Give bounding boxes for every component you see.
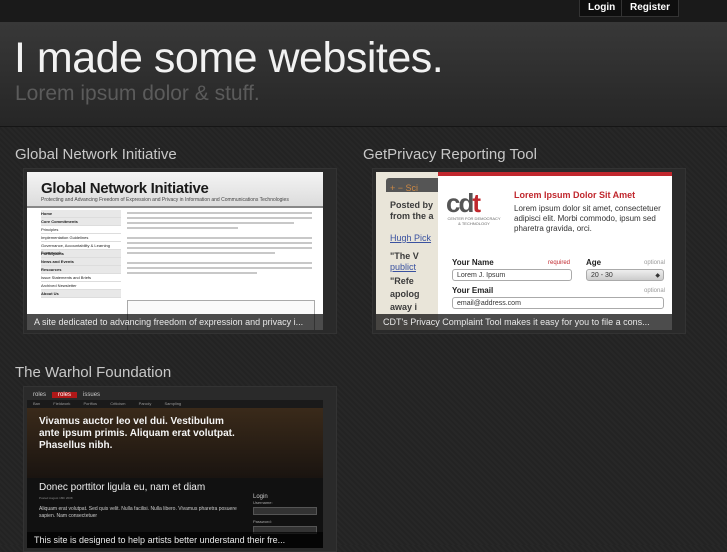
select-arrows-icon: ◆ bbox=[655, 273, 660, 279]
gni-nav-item: Issue Statements and Briefs bbox=[41, 274, 121, 282]
warhol-hero-text: Vivamus auctor leo vel dui. Vestibulum a… bbox=[39, 416, 235, 451]
gni-site-nav: Home Core Commitments Principles Impleme… bbox=[41, 210, 121, 298]
top-bar: Login Register bbox=[0, 0, 727, 22]
project-caption-gni: A site dedicated to advancing freedom of… bbox=[27, 314, 323, 330]
warhol-post-text: Aliquam erat volutpat. Sed quis velit. N… bbox=[39, 506, 237, 519]
login-button[interactable]: Login bbox=[579, 0, 625, 17]
page-header: I made some websites. Lorem ipsum dolor … bbox=[0, 22, 727, 127]
cdt-left-text: away i bbox=[390, 302, 418, 312]
page-title: I made some websites. bbox=[14, 34, 444, 82]
project-caption-getprivacy: CDT's Privacy Complaint Tool makes it ea… bbox=[376, 314, 672, 330]
gni-nav-item: News and Events bbox=[41, 258, 121, 266]
name-field[interactable]: Lorem J. Ipsum bbox=[452, 269, 572, 281]
gni-site-header: Global Network Initiative Protecting and… bbox=[27, 172, 323, 208]
warhol-hero: Vivamus auctor leo vel dui. Vestibulum a… bbox=[27, 408, 323, 478]
age-select-value: 20 - 30 bbox=[591, 272, 613, 279]
gni-body-text bbox=[127, 212, 312, 277]
warhol-username-label: Username: bbox=[253, 500, 273, 505]
cdt-left-text: apolog bbox=[390, 289, 420, 299]
age-optional: optional bbox=[644, 260, 666, 266]
name-required: required bbox=[548, 260, 571, 266]
warhol-nav-item: Criticism bbox=[110, 401, 126, 406]
warhol-nav-item: Parody bbox=[138, 401, 152, 406]
cdt-complaint-modal: cdt CENTER FOR DEMOCRACY & TECHNOLOGY Lo… bbox=[438, 172, 672, 330]
project-card-warhol[interactable]: roles roles issues Ban Fieldwork Portfios … bbox=[23, 386, 337, 552]
warhol-nav-item: Portfios bbox=[83, 401, 98, 406]
project-title-gni[interactable]: Global Network Initiative bbox=[15, 146, 177, 163]
warhol-tab-bar: roles roles issues bbox=[27, 390, 323, 400]
age-label: Age bbox=[586, 258, 602, 267]
warhol-nav-item: Ban bbox=[33, 401, 41, 406]
name-label: Your Name bbox=[452, 258, 494, 267]
page-tagline: Lorem ipsum dolor & stuff. bbox=[15, 82, 260, 105]
warhol-nav-item: Sampling bbox=[164, 401, 182, 406]
gni-nav-item: Core Commitments bbox=[41, 218, 121, 226]
gni-nav-item: About Us bbox=[41, 290, 121, 298]
register-button[interactable]: Register bbox=[621, 0, 680, 17]
project-screenshot-gni[interactable]: Global Network Initiative Protecting and… bbox=[27, 172, 323, 330]
warhol-tab-active: roles bbox=[52, 392, 78, 398]
project-caption-warhol: This site is designed to help artists be… bbox=[27, 532, 323, 548]
gni-nav-item: Participants bbox=[41, 250, 121, 258]
cdt-left-text: Posted by bbox=[390, 200, 434, 210]
project-card-getprivacy[interactable]: + − Sci Posted by from the a Hugh Pick "… bbox=[372, 168, 686, 334]
cdt-modal-heading: Lorem Ipsum Dolor Sit Amet bbox=[514, 190, 636, 200]
warhol-nav-item: Fieldwork bbox=[53, 401, 71, 406]
project-screenshot-getprivacy[interactable]: + − Sci Posted by from the a Hugh Pick "… bbox=[376, 172, 672, 330]
warhol-nav: Ban Fieldwork Portfios Criticism Parody … bbox=[27, 400, 323, 408]
cdt-logo-mark: cdt bbox=[446, 188, 481, 218]
cdt-left-text: "The V bbox=[390, 251, 419, 261]
gni-nav-item: Home bbox=[41, 210, 121, 218]
cdt-logo: cdt CENTER FOR DEMOCRACY & TECHNOLOGY bbox=[446, 190, 502, 226]
gni-site-title: Global Network Initiative bbox=[41, 180, 209, 197]
warhol-post-title: Donec porttitor ligula eu, nam et diam bbox=[39, 482, 206, 493]
warhol-password-label: Password: bbox=[253, 519, 272, 524]
cdt-left-text: "Refe bbox=[390, 276, 414, 286]
gni-nav-item: Implementation Guidelines bbox=[41, 234, 121, 242]
warhol-tab: roles bbox=[33, 392, 47, 398]
cdt-logo-subtitle: CENTER FOR DEMOCRACY & TECHNOLOGY bbox=[447, 216, 501, 226]
project-screenshot-warhol[interactable]: roles roles issues Ban Fieldwork Portfios … bbox=[27, 390, 323, 548]
cdt-left-link: publict bbox=[390, 262, 417, 272]
gni-nav-item: Principles bbox=[41, 226, 121, 234]
warhol-post-meta: Posted August 18th 2008 bbox=[39, 496, 73, 500]
project-title-getprivacy[interactable]: GetPrivacy Reporting Tool bbox=[363, 146, 537, 163]
cdt-left-text: from the a bbox=[390, 211, 434, 221]
cdt-left-link: Hugh Pick bbox=[390, 233, 432, 243]
warhol-username-field bbox=[253, 507, 317, 515]
gni-nav-item: Archived Newsletter bbox=[41, 282, 121, 290]
gni-nav-item: Resources bbox=[41, 266, 121, 274]
gni-site-subtitle: Protecting and Advancing Freedom of Expr… bbox=[41, 197, 289, 203]
cdt-modal-paragraph: Lorem ipsum dolor sit amet, consectetuer… bbox=[514, 204, 661, 233]
email-label: Your Email bbox=[452, 286, 494, 295]
email-optional: optional bbox=[644, 288, 666, 294]
project-title-warhol[interactable]: The Warhol Foundation bbox=[15, 364, 171, 381]
warhol-tab: issues bbox=[83, 392, 101, 398]
project-card-gni[interactable]: Global Network Initiative Protecting and… bbox=[23, 168, 337, 334]
gni-nav-item: Governance, Accountability & Learning Fr… bbox=[41, 242, 121, 255]
email-field[interactable]: email@address.com bbox=[452, 297, 664, 309]
age-select[interactable]: 20 - 30 ◆ bbox=[586, 269, 664, 281]
